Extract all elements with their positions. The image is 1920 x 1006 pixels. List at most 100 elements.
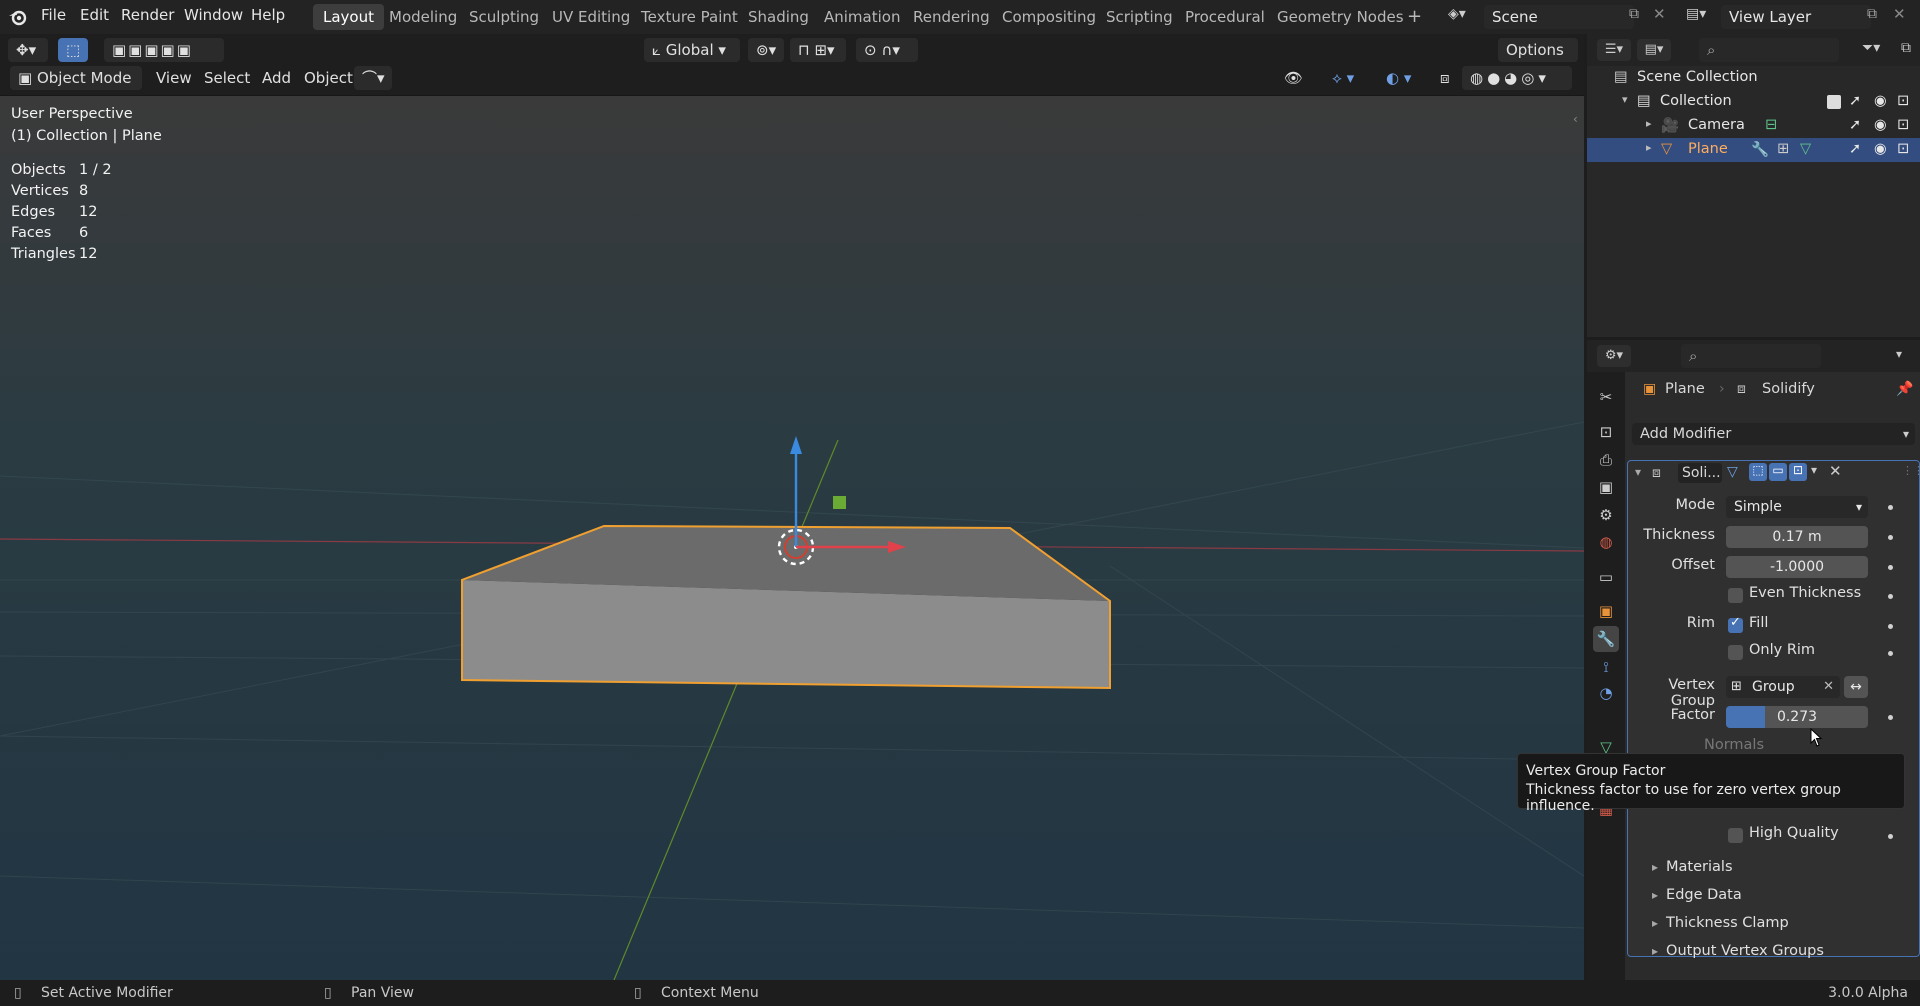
scene-tab-icon[interactable]: ⚙ <box>1593 502 1619 528</box>
render-icon[interactable]: ⊡ <box>1789 463 1807 481</box>
view-layer-browse-icon[interactable]: ▤▾ <box>1686 6 1716 28</box>
subpanel-materials[interactable]: Materials <box>1652 859 1732 875</box>
chevron-down-icon[interactable]: ▾ <box>1622 93 1628 106</box>
invert-vertex-group-icon[interactable]: ↔ <box>1844 676 1868 698</box>
add-workspace-button[interactable]: + <box>1397 4 1432 30</box>
chevron-right-icon[interactable]: ▸ <box>1646 141 1652 154</box>
overlay-icon[interactable]: ◐ ▾ <box>1378 66 1428 90</box>
tab-scripting[interactable]: Scripting <box>1096 4 1183 30</box>
keyframe-dot[interactable] <box>1888 624 1893 629</box>
menu-help[interactable]: Help <box>251 6 285 24</box>
tab-geometry-nodes[interactable]: Geometry Nodes <box>1267 4 1414 30</box>
keyframe-dot[interactable] <box>1888 834 1893 839</box>
physics-tab-icon[interactable]: ◔ <box>1593 680 1619 706</box>
keyframe-dot[interactable] <box>1888 535 1893 540</box>
drag-handle-icon[interactable]: ⋮⋮ <box>1902 464 1920 477</box>
tab-sculpting[interactable]: Sculpting <box>459 4 549 30</box>
chevron-right-icon[interactable]: ▸ <box>1646 117 1652 130</box>
tab-animation[interactable]: Animation <box>814 4 910 30</box>
keyframe-dot[interactable] <box>1888 594 1893 599</box>
menu-add[interactable]: Add <box>254 66 299 90</box>
particles-tab-icon[interactable]: ⟟ <box>1593 654 1619 680</box>
menu-view[interactable]: View <box>148 66 200 90</box>
offset-field[interactable]: -1.0000 <box>1726 556 1868 578</box>
outliner-row-plane[interactable]: ▸ ▽ Plane 🔧 ⊞ ▽ ➚ ◉ ⊡ <box>1587 138 1920 162</box>
add-modifier-button[interactable]: Add Modifier ▾ <box>1632 423 1915 445</box>
view-layer-name-field[interactable]: View Layer <box>1721 5 1871 29</box>
wrench-icon[interactable]: 🔧 <box>1751 141 1769 158</box>
tab-texture-paint[interactable]: Texture Paint <box>631 4 748 30</box>
menu-window[interactable]: Window <box>184 6 243 24</box>
subpanel-thickness-clamp[interactable]: Thickness Clamp <box>1652 915 1789 931</box>
fill-checkbox[interactable] <box>1728 615 1743 633</box>
collapse-arrow-icon[interactable]: ▾ <box>1635 465 1641 479</box>
display-mode-icon[interactable]: ▤▾ <box>1637 39 1671 61</box>
menu-file[interactable]: File <box>41 6 66 24</box>
tab-shading[interactable]: Shading <box>738 4 819 30</box>
mesh-data-icon[interactable]: ▽ <box>1800 141 1811 157</box>
vertex-groups-icon[interactable]: ⊞ <box>1777 141 1789 157</box>
tab-layout[interactable]: Layout <box>313 4 384 30</box>
vertex-group-field[interactable]: ⊞ Group ✕ <box>1726 676 1840 698</box>
factor-slider[interactable]: 0.273 <box>1726 706 1868 728</box>
eye-icon[interactable]: ◉ <box>1874 117 1887 133</box>
select-arrow-icon[interactable]: ➚ <box>1849 117 1861 133</box>
editor-type-icon[interactable]: ⚙▾ <box>1597 345 1631 367</box>
filter-icon[interactable]: ⏷▾ <box>1862 40 1880 56</box>
snap-icon[interactable]: ⊓ ⊞▾ <box>790 38 846 62</box>
object-mode-dropdown[interactable]: ▣ Object Mode ▾ <box>10 66 142 111</box>
tool-tab-icon[interactable]: ✂ <box>1593 384 1619 410</box>
transform-orientation-dropdown[interactable]: ⟀ Global ▾ <box>644 38 740 62</box>
keyframe-dot[interactable] <box>1888 565 1893 570</box>
keyframe-dot[interactable] <box>1888 651 1893 656</box>
shading-mode-icons[interactable]: ◍●◕◎▾ <box>1462 66 1572 90</box>
camera-render-icon[interactable]: ⊡ <box>1897 93 1909 109</box>
pin-icon[interactable]: 📌 <box>1896 381 1913 397</box>
xray-icon[interactable]: ⧈ <box>1432 66 1456 90</box>
proportional-editing-icon[interactable]: ⊙ ∩▾ <box>856 38 918 62</box>
camera-render-icon[interactable]: ⊡ <box>1897 141 1909 157</box>
keyframe-dot[interactable] <box>1888 505 1893 510</box>
properties-search-input[interactable]: ⌕ <box>1681 344 1821 368</box>
close-icon[interactable]: ✕ <box>1653 5 1669 23</box>
chevron-down-icon[interactable]: ▾ <box>1896 347 1902 361</box>
new-collection-icon[interactable]: ⧉ <box>1901 40 1911 56</box>
modifier-tab-icon[interactable]: 🔧 <box>1593 626 1619 652</box>
edit-mode-icon[interactable]: ⬚ <box>1749 463 1767 481</box>
object-tab-icon[interactable]: ▣ <box>1593 598 1619 624</box>
3d-viewport[interactable]: User Perspective (1) Collection | Plane … <box>0 96 1584 980</box>
menu-object[interactable]: Object <box>296 66 361 90</box>
tab-uv-editing[interactable]: UV Editing <box>542 4 640 30</box>
high-quality-checkbox[interactable] <box>1728 828 1743 843</box>
view-layer-tab-icon[interactable]: ▣ <box>1593 474 1619 500</box>
new-view-layer-icon[interactable]: ⧉ <box>1867 6 1887 22</box>
even-thickness-checkbox[interactable] <box>1728 588 1743 603</box>
subpanel-edge-data[interactable]: Edge Data <box>1652 887 1742 903</box>
viewport-canvas[interactable] <box>0 96 1584 980</box>
new-scene-icon[interactable]: ⧉ <box>1629 6 1649 22</box>
collection-tab-icon[interactable]: ▭ <box>1593 564 1619 590</box>
modifier-name-field[interactable]: Soli... <box>1678 463 1722 483</box>
world-tab-icon[interactable]: ◍ <box>1593 529 1619 555</box>
tab-compositing[interactable]: Compositing <box>992 4 1106 30</box>
visibility-icon[interactable]: 👁▾ <box>1276 66 1314 111</box>
menu-select[interactable]: Select <box>196 66 258 90</box>
edit-mode-cage-icon[interactable]: ▽ <box>1727 464 1738 480</box>
exclude-checkbox[interactable] <box>1827 95 1841 109</box>
outliner-row-camera[interactable]: ▸ 🎥 Camera ⊟ ➚ ◉ ⊡ <box>1587 114 1920 138</box>
realtime-icon[interactable]: ▭ <box>1769 463 1787 481</box>
camera-data-icon[interactable]: ⊟ <box>1765 117 1777 133</box>
select-tool-icon[interactable]: ⬚ <box>58 38 88 62</box>
select-arrow-icon[interactable]: ➚ <box>1849 93 1861 109</box>
subpanel-output-vertex-groups[interactable]: Output Vertex Groups <box>1652 943 1824 959</box>
tab-rendering[interactable]: Rendering <box>903 4 1000 30</box>
scene-name-field[interactable]: Scene <box>1484 5 1634 29</box>
gizmo-transform-icon[interactable]: ⌒▾ <box>354 66 392 90</box>
gizmo-icon[interactable]: ⟡ ▾ <box>1324 66 1374 90</box>
close-icon[interactable]: ✕ <box>1893 5 1909 23</box>
thickness-field[interactable]: 0.17 m <box>1726 526 1868 548</box>
output-tab-icon[interactable]: ⎙ <box>1593 447 1619 473</box>
mode-dropdown[interactable]: Simple ▾ <box>1726 496 1868 518</box>
sidebar-toggle-icon[interactable]: ‹ <box>1573 112 1578 126</box>
menu-edit[interactable]: Edit <box>80 6 109 24</box>
